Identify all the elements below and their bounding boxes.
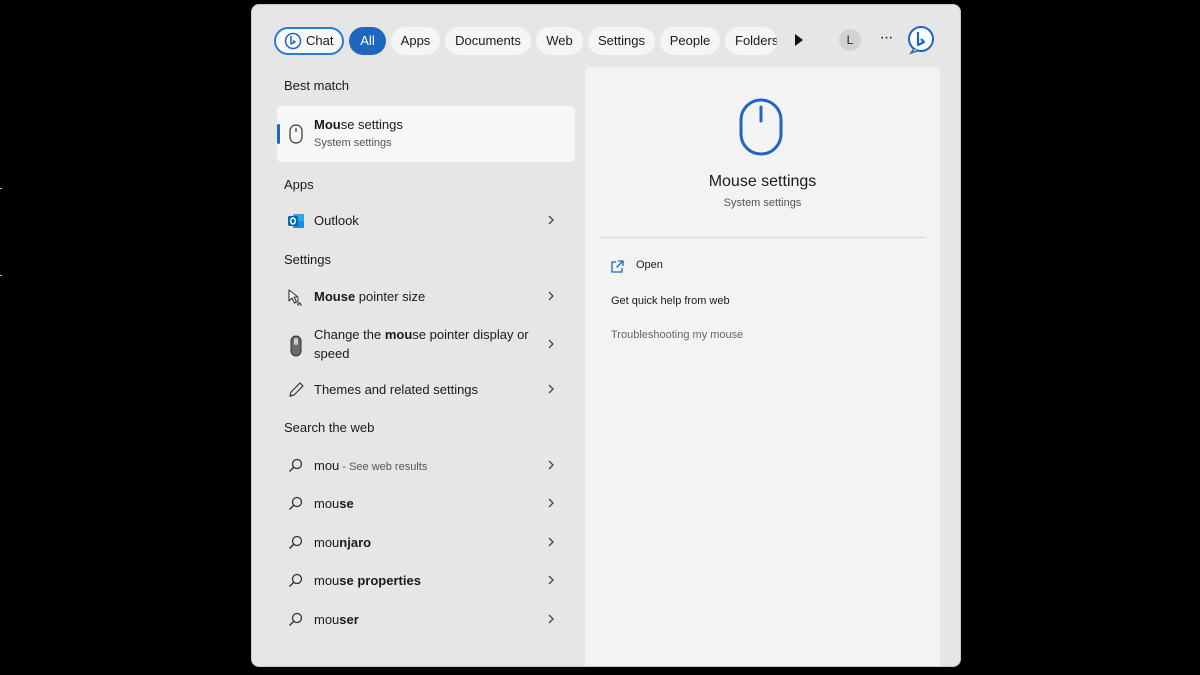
search-icon — [287, 457, 305, 475]
open-label: Open — [636, 259, 663, 271]
tab-settings[interactable]: Settings — [588, 27, 655, 55]
search-panel: Chat All Apps Documents Web Settings Peo… — [251, 4, 961, 667]
chevron-right-icon — [548, 215, 554, 225]
settings-item-pointer-speed[interactable]: Change the mouse pointer display or spee… — [277, 325, 575, 365]
best-match-result[interactable]: Mouse settings System settings — [277, 106, 575, 162]
tab-folders[interactable]: Folders — [725, 27, 777, 55]
user-avatar[interactable]: L — [839, 29, 861, 51]
edge-mark — [0, 275, 2, 276]
preview-pane: Mouse settings System settings Open Get … — [585, 67, 940, 666]
more-filters-icon[interactable] — [795, 34, 803, 46]
web-result-item[interactable]: mouse properties — [277, 563, 575, 599]
chevron-right-icon — [548, 339, 554, 349]
web-result-item[interactable]: mouse — [277, 486, 575, 522]
tab-all[interactable]: All — [349, 27, 386, 55]
settings-heading: Settings — [284, 252, 331, 267]
tab-web[interactable]: Web — [536, 27, 583, 55]
settings-item-pointer-size[interactable]: Mouse pointer size — [277, 279, 575, 315]
open-external-icon — [611, 260, 624, 273]
mouse-icon — [738, 97, 784, 162]
settings-item-label: Mouse pointer size — [314, 289, 426, 304]
web-result-label: mouser — [314, 612, 359, 627]
more-options-icon[interactable]: ··· — [876, 29, 896, 51]
chevron-right-icon — [548, 614, 554, 624]
outlook-icon — [287, 212, 305, 230]
search-icon — [287, 534, 305, 552]
search-icon — [287, 495, 305, 513]
selection-indicator — [277, 124, 280, 144]
bing-icon[interactable] — [906, 25, 936, 60]
search-web-heading: Search the web — [284, 420, 375, 435]
web-result-label: mouse — [314, 496, 354, 511]
web-result-label: mou - See web results — [314, 458, 428, 473]
apps-heading: Apps — [284, 177, 314, 192]
quick-help-heading: Get quick help from web — [611, 295, 730, 307]
web-result-item[interactable]: mou - See web results — [277, 448, 575, 484]
chevron-right-icon — [548, 498, 554, 508]
bing-chat-icon — [284, 32, 302, 58]
chevron-right-icon — [548, 537, 554, 547]
pen-icon — [287, 381, 305, 399]
web-result-item[interactable]: mounjaro — [277, 525, 575, 561]
search-icon — [287, 572, 305, 590]
chevron-right-icon — [548, 291, 554, 301]
chat-label: Chat — [306, 33, 334, 48]
best-match-title: Mouse settings — [314, 117, 403, 132]
app-label: Outlook — [314, 213, 359, 228]
settings-item-label: Themes and related settings — [314, 382, 479, 397]
mouse-device-icon — [287, 335, 305, 357]
app-item-outlook[interactable]: Outlook — [277, 203, 575, 239]
tab-people[interactable]: People — [660, 27, 720, 55]
web-result-item[interactable]: mouser — [277, 602, 575, 638]
web-result-label: mouse properties — [314, 573, 421, 588]
settings-item-label: Change the mouse pointer display or spee… — [314, 327, 529, 361]
divider — [599, 237, 926, 238]
mouse-icon — [289, 124, 303, 149]
settings-item-themes[interactable]: Themes and related settings — [277, 372, 575, 408]
mouse-pointer-icon — [287, 288, 305, 307]
best-match-subtitle: System settings — [314, 137, 392, 149]
troubleshooting-link[interactable]: Troubleshooting my mouse — [611, 329, 743, 341]
best-match-heading: Best match — [284, 78, 350, 93]
preview-title: Mouse settings — [708, 173, 817, 190]
tab-apps[interactable]: Apps — [391, 27, 440, 55]
chat-button[interactable]: Chat — [274, 27, 344, 55]
search-icon — [287, 611, 305, 629]
edge-mark — [0, 188, 2, 189]
chevron-right-icon — [548, 384, 554, 394]
chevron-right-icon — [548, 575, 554, 585]
chevron-right-icon — [548, 460, 554, 470]
web-result-label: mounjaro — [314, 535, 372, 550]
preview-subtitle: System settings — [723, 197, 802, 209]
tab-documents[interactable]: Documents — [445, 27, 531, 55]
